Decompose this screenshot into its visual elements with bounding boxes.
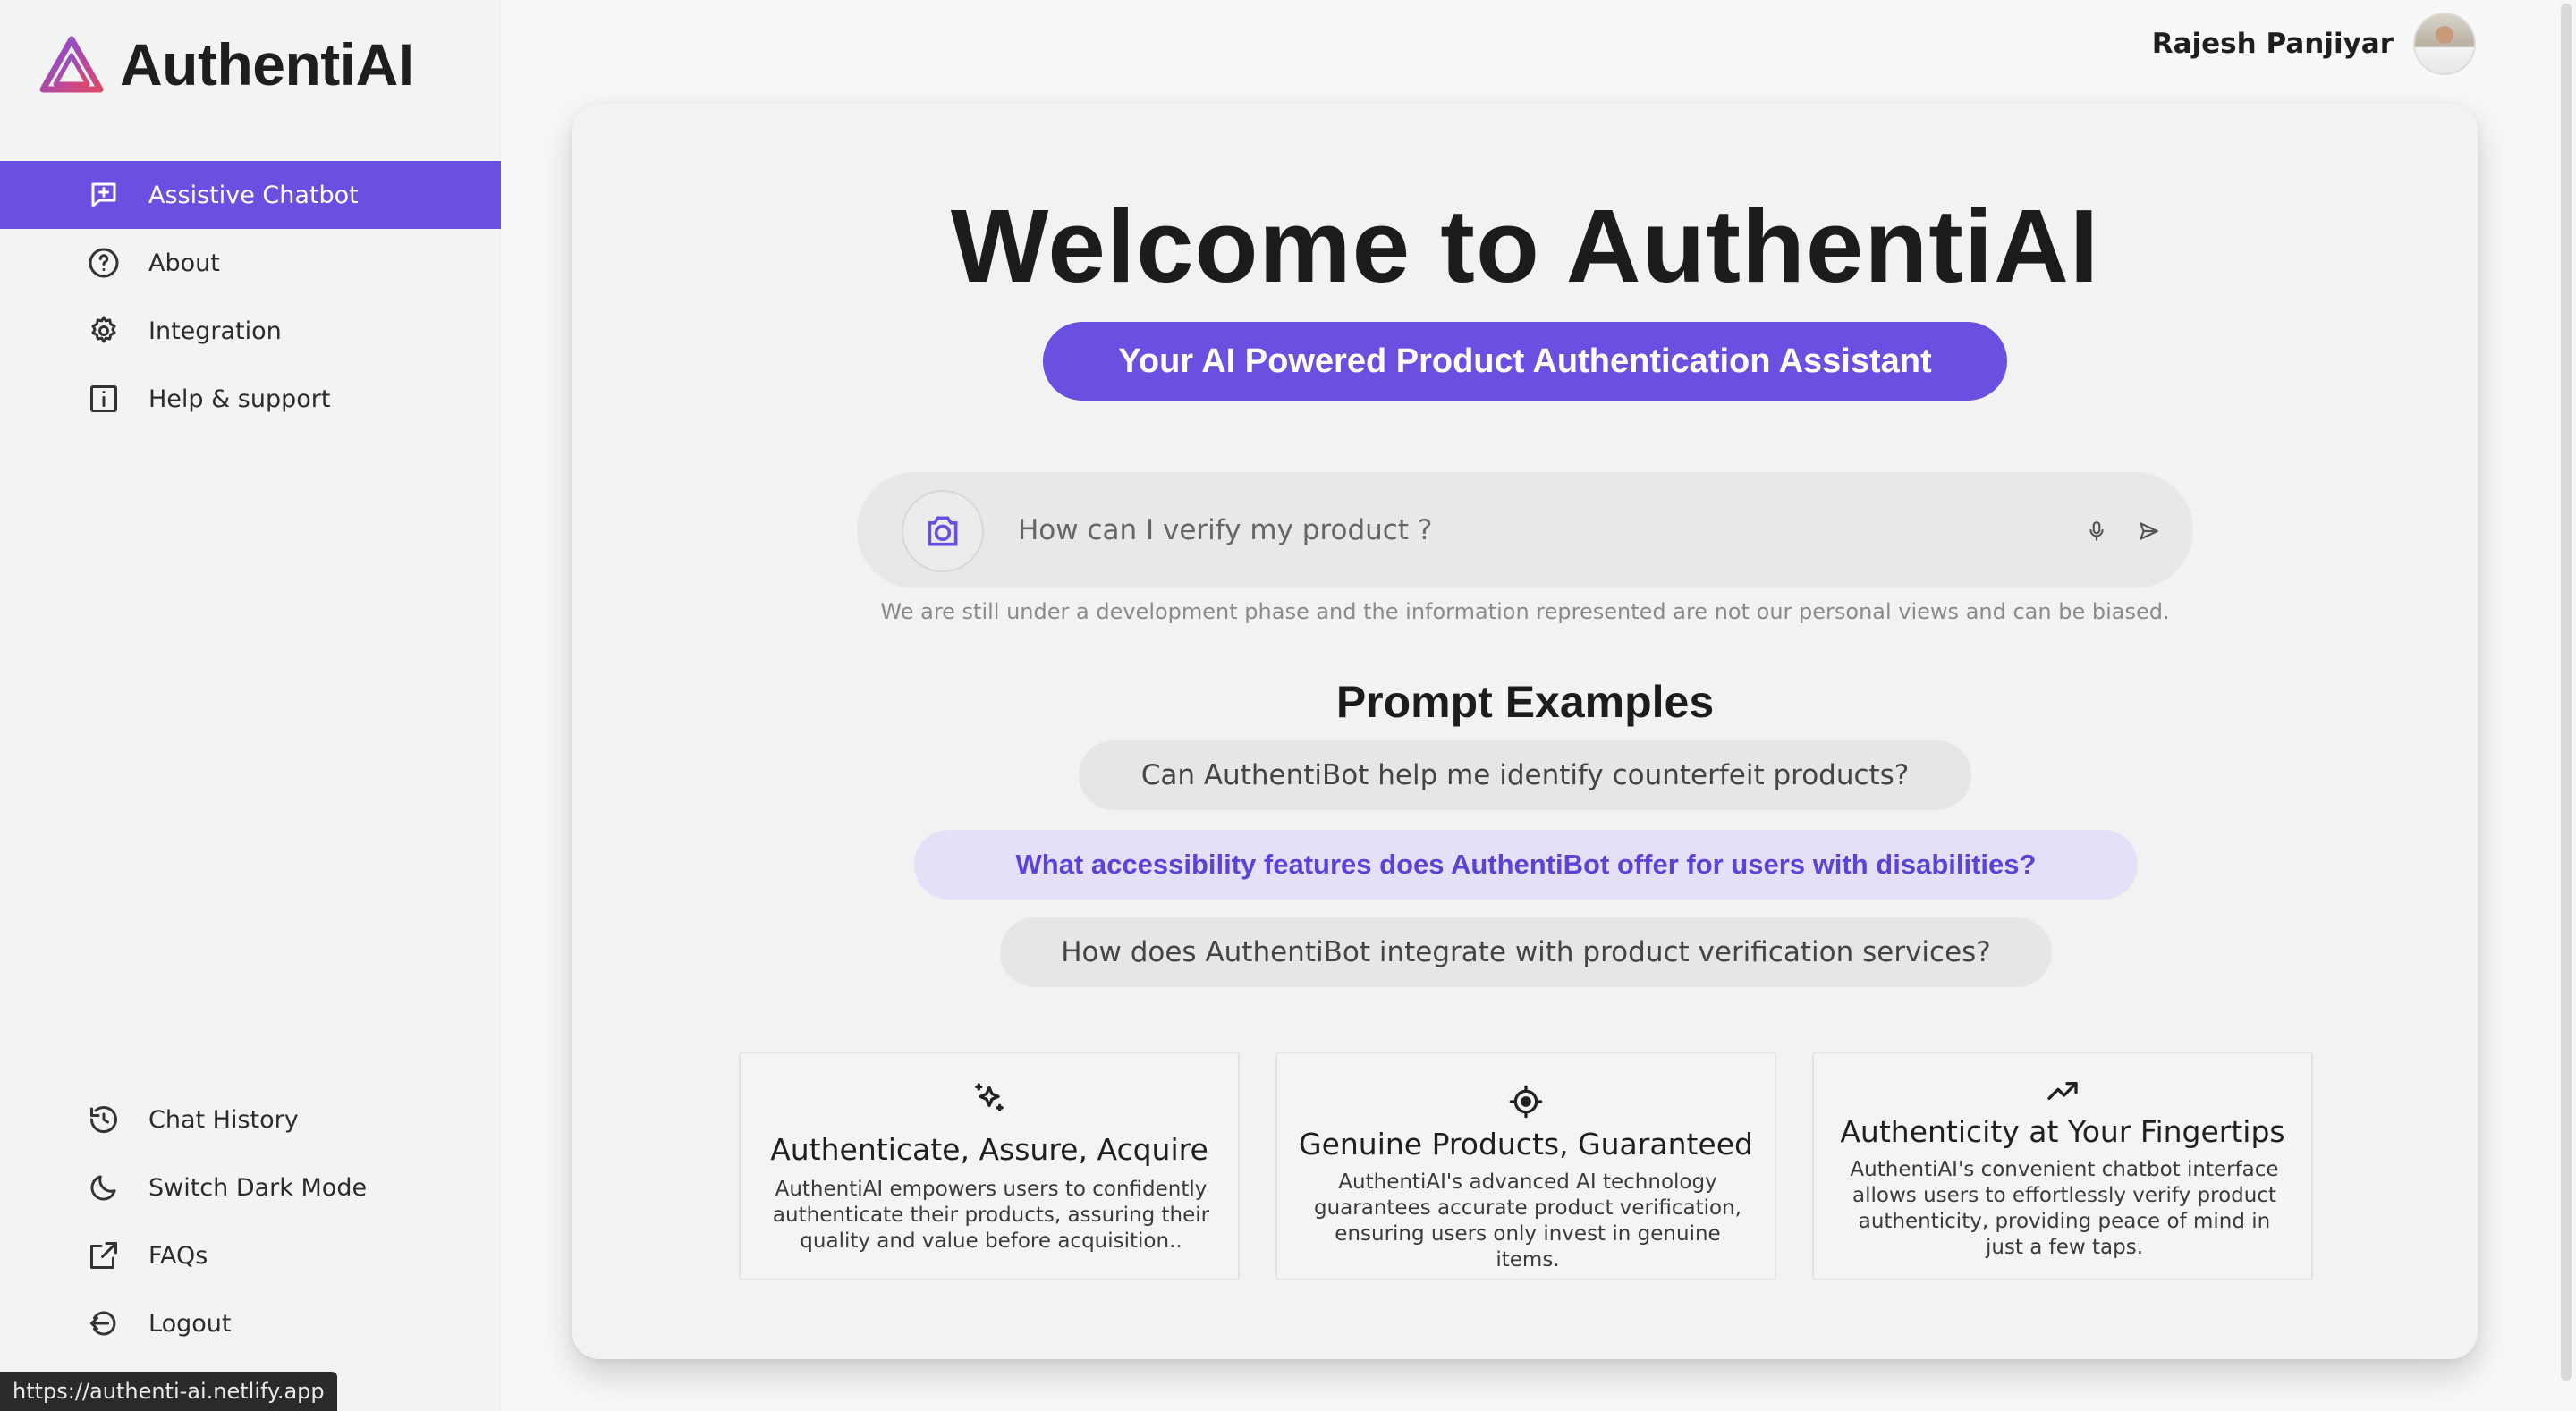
- sidebar: AuthentiAI Assistive Chatbot About Integ…: [0, 0, 501, 1411]
- main-card: Welcome to AuthentiAI Your AI Powered Pr…: [572, 104, 2478, 1359]
- sidebar-item-integration[interactable]: Integration: [0, 297, 501, 365]
- feature-description: AuthentiAI's convenient chatbot interfac…: [1850, 1158, 2279, 1259]
- sidebar-item-label: About: [148, 249, 220, 277]
- external-link-icon: [86, 1238, 122, 1273]
- sidebar-item-logout[interactable]: Logout: [0, 1289, 501, 1357]
- sidebar-item-faqs[interactable]: FAQs: [0, 1221, 501, 1289]
- user-profile[interactable]: Rajesh Panjiyar: [2152, 13, 2476, 75]
- avatar[interactable]: [2413, 13, 2476, 75]
- sidebar-item-about[interactable]: About: [0, 229, 501, 297]
- gear-icon: [86, 313, 122, 349]
- sidebar-item-help-support[interactable]: Help & support: [0, 365, 501, 433]
- sidebar-item-label: Chat History: [148, 1105, 299, 1134]
- sidebar-item-label: FAQs: [148, 1241, 208, 1270]
- send-button[interactable]: [2134, 517, 2163, 545]
- sidebar-item-label: Switch Dark Mode: [148, 1173, 368, 1202]
- page-title: Welcome to AuthentiAI: [950, 188, 2100, 304]
- info-square-icon: [86, 381, 122, 417]
- help-circle-icon: [86, 245, 122, 281]
- chat-plus-icon: [86, 177, 122, 213]
- prompt-example-highlighted[interactable]: What accessibility features does Authent…: [914, 830, 2138, 900]
- disclaimer-text: We are still under a development phase a…: [880, 599, 2170, 624]
- page-scrollbar[interactable]: [2556, 0, 2576, 1411]
- feature-title: Authenticate, Assure, Acquire: [770, 1132, 1208, 1167]
- subtitle-badge: Your AI Powered Product Authentication A…: [1043, 322, 2007, 401]
- feature-description: AuthentiAI empowers users to confidently…: [772, 1178, 1210, 1253]
- camera-icon: [928, 516, 958, 546]
- history-icon: [86, 1102, 122, 1137]
- sidebar-item-assistive-chatbot[interactable]: Assistive Chatbot: [0, 161, 501, 229]
- moon-icon: [86, 1170, 122, 1205]
- user-name: Rajesh Panjiyar: [2151, 28, 2394, 60]
- scrollbar-thumb[interactable]: [2561, 4, 2572, 1381]
- feature-title: Genuine Products, Guaranteed: [1299, 1127, 1753, 1162]
- sidebar-item-chat-history[interactable]: Chat History: [0, 1086, 501, 1153]
- feature-title: Authenticity at Your Fingertips: [1840, 1114, 2285, 1149]
- sidebar-item-label: Help & support: [148, 384, 331, 413]
- prompt-example[interactable]: Can AuthentiBot help me identify counter…: [1079, 740, 1971, 810]
- logout-icon: [86, 1305, 122, 1341]
- microphone-button[interactable]: [2082, 517, 2111, 545]
- prompt-example[interactable]: How does AuthentiBot integrate with prod…: [1000, 917, 2052, 987]
- feature-description: AuthentiAI's advanced AI technology guar…: [1314, 1170, 1741, 1272]
- feature-card: Genuine Products, Guaranteed AuthentiAI'…: [1275, 1052, 1776, 1280]
- camera-button[interactable]: [902, 490, 984, 572]
- sidebar-item-label: Assistive Chatbot: [148, 181, 359, 209]
- feature-card: Authenticity at Your Fingertips Authenti…: [1812, 1052, 2313, 1280]
- sidebar-item-label: Integration: [148, 317, 282, 345]
- microphone-icon: [2089, 521, 2104, 541]
- send-icon: [2140, 522, 2158, 540]
- sidebar-item-label: Logout: [148, 1309, 232, 1338]
- app-name: AuthentiAI: [120, 31, 414, 97]
- status-bar-url: https://authenti-ai.netlify.app: [0, 1372, 337, 1411]
- sparkles-icon: [741, 1080, 1238, 1116]
- feature-card: Authenticate, Assure, Acquire AuthentiAI…: [739, 1052, 1240, 1280]
- search-input[interactable]: [1018, 499, 2020, 562]
- trending-up-icon: [1814, 1073, 2311, 1109]
- authentiai-logo-icon: [39, 36, 104, 93]
- search-bar: [857, 472, 2193, 588]
- target-icon: [1277, 1084, 1775, 1120]
- prompt-examples-heading: Prompt Examples: [1335, 677, 1715, 727]
- app-logo[interactable]: AuthentiAI: [39, 30, 414, 98]
- sidebar-item-dark-mode[interactable]: Switch Dark Mode: [0, 1153, 501, 1221]
